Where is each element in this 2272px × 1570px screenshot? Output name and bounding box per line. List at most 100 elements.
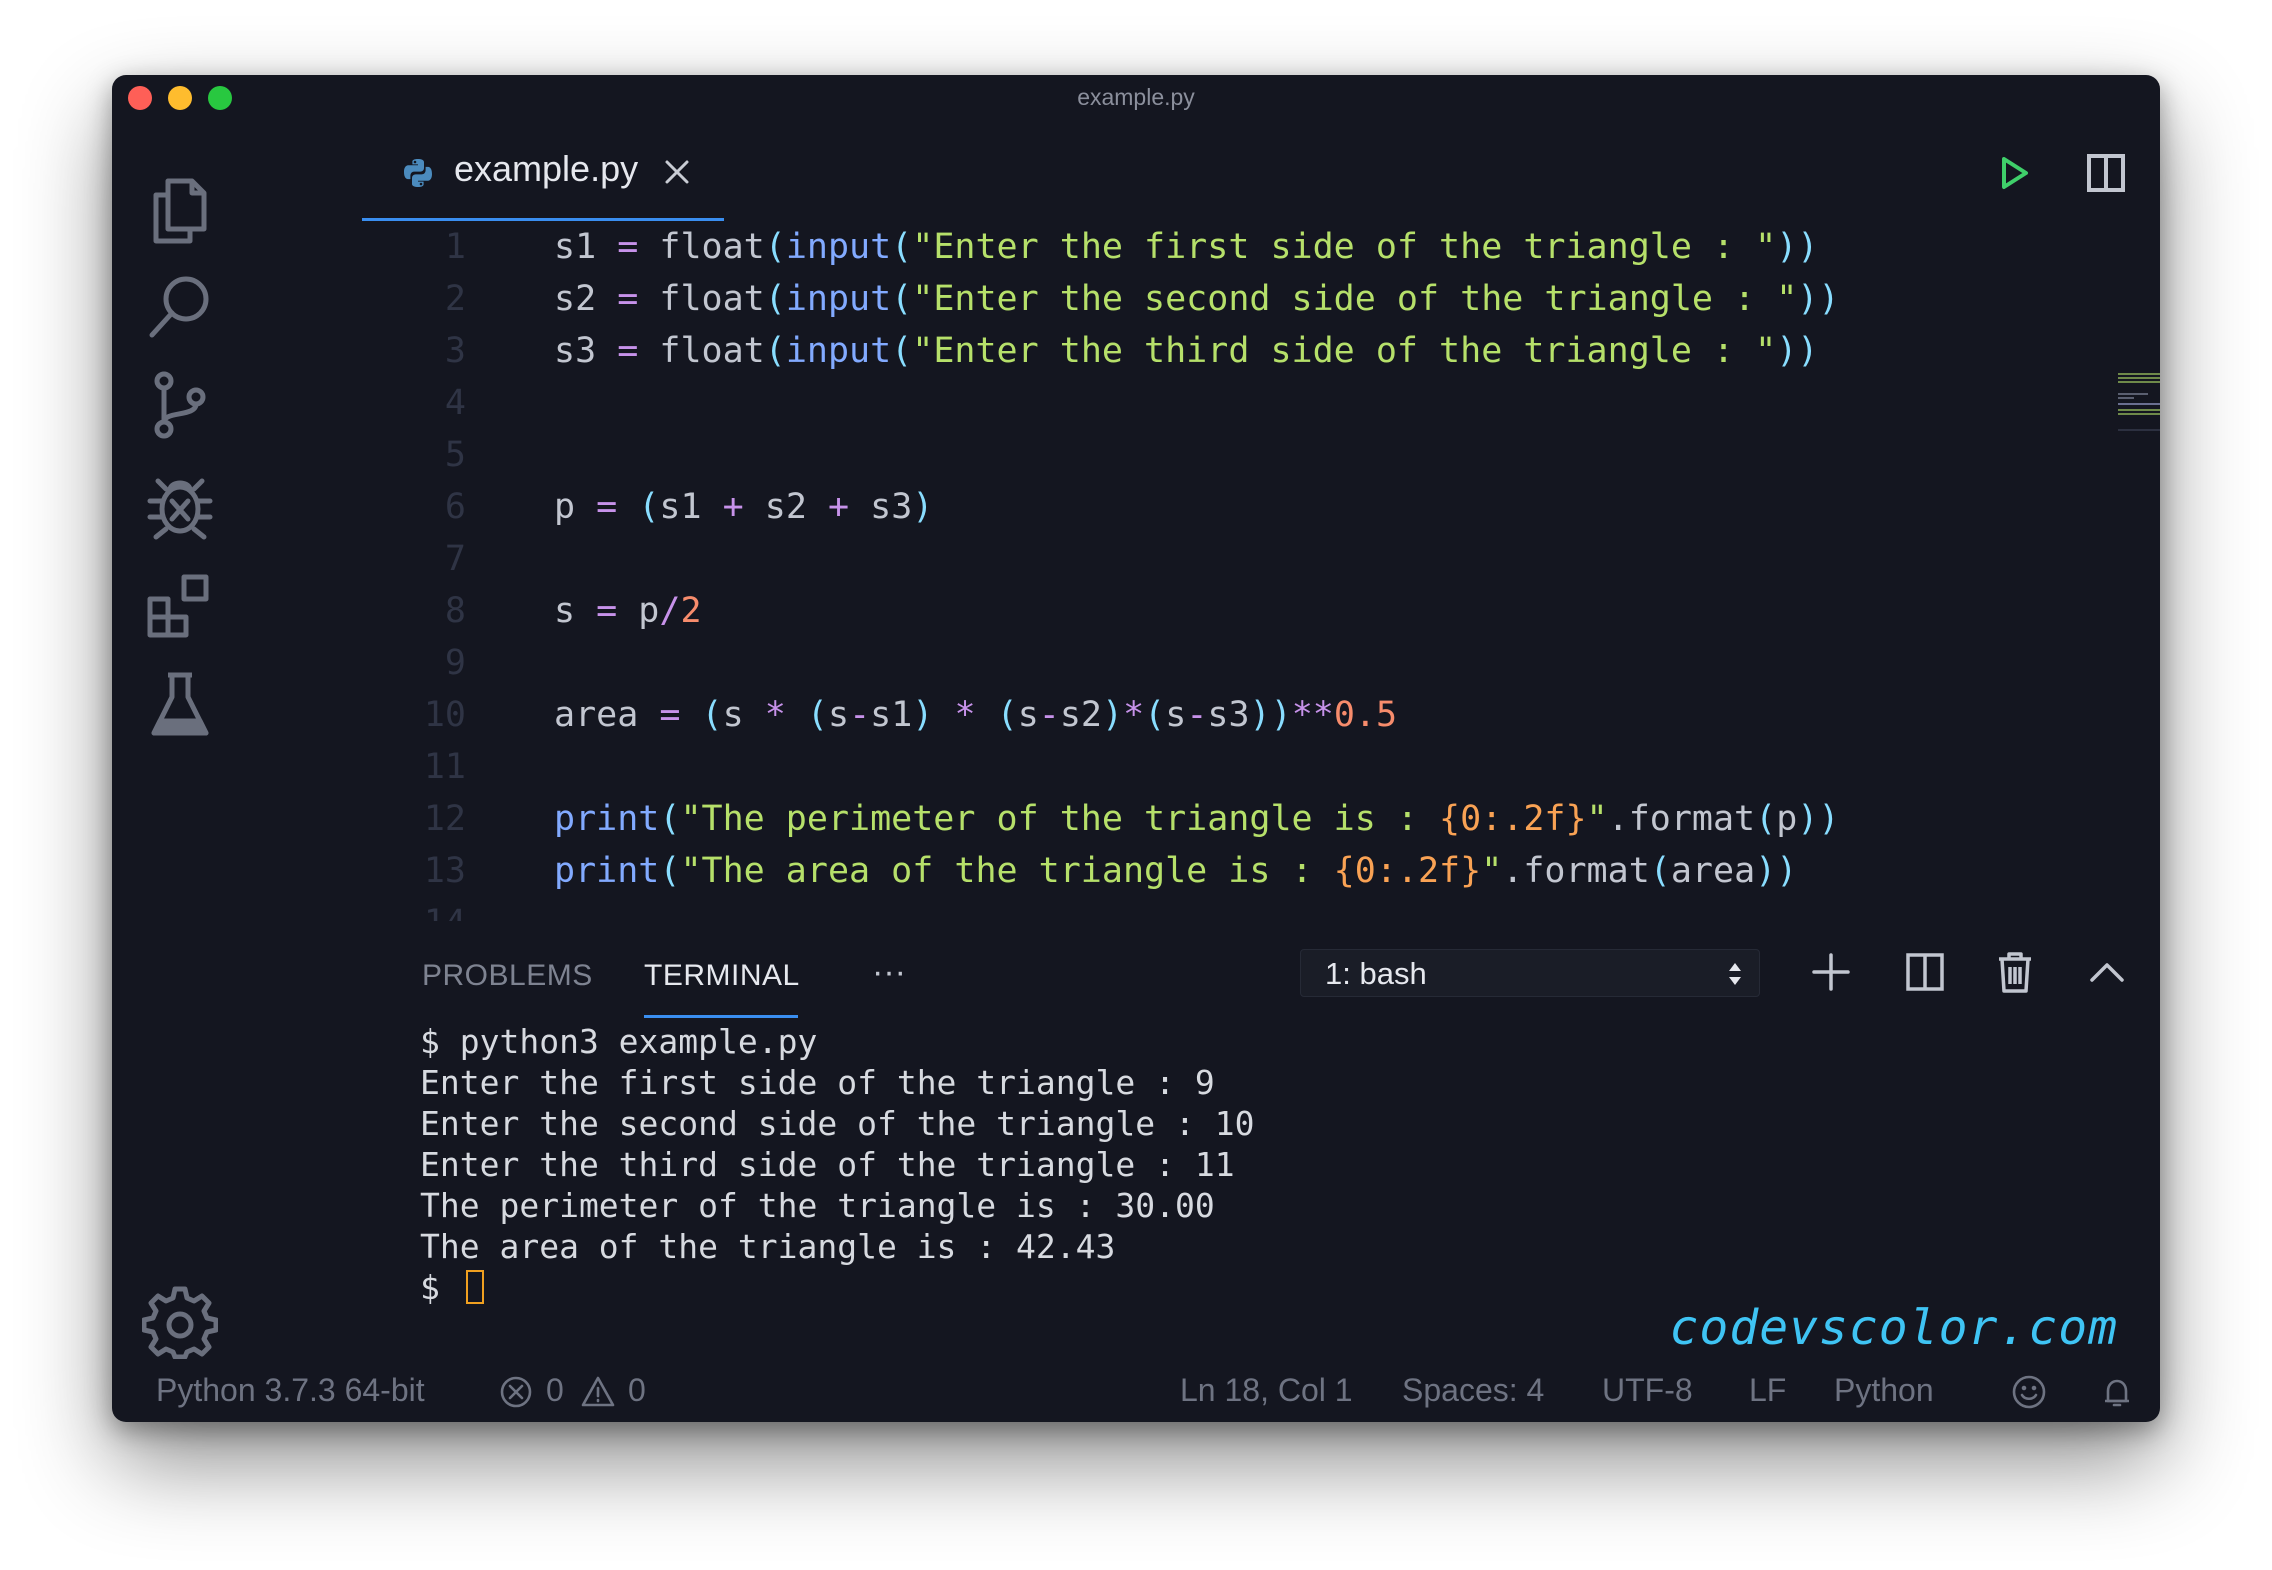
line-number: 5	[444, 435, 466, 475]
code-token: ))	[1776, 227, 1819, 267]
tab-terminal[interactable]: TERMINAL	[644, 959, 800, 993]
code-line: 7	[248, 533, 2048, 585]
code-token: s1	[659, 487, 723, 527]
line-number: 9	[444, 643, 466, 683]
line-number: 2	[444, 279, 466, 319]
code-token: s	[722, 695, 765, 735]
error-icon[interactable]	[498, 1374, 534, 1410]
code-token: float	[638, 331, 765, 371]
code-token: (	[659, 851, 681, 891]
tab-label: example.py	[454, 148, 639, 189]
code-line: 14	[248, 897, 2048, 921]
code-token: *	[954, 695, 976, 735]
test-flask-icon[interactable]	[142, 667, 218, 743]
panel-more-button[interactable]: ···	[872, 953, 906, 992]
code-line: 3 s3 = float(input("Enter the third side …	[248, 325, 2048, 377]
trash-icon[interactable]	[1990, 947, 2040, 997]
code-token: print	[554, 799, 660, 839]
python-interpreter[interactable]: Python 3.7.3 64-bit	[156, 1372, 425, 1409]
terminal-line: $ python3 example.py	[420, 1022, 818, 1061]
tab-problems[interactable]: PROBLEMS	[422, 959, 593, 993]
code-token: float	[638, 227, 765, 267]
code-token: (	[891, 331, 913, 371]
terminal-select-value: 1: bash	[1325, 956, 1427, 991]
error-count[interactable]: 0	[546, 1372, 564, 1409]
code-line: 1 s1 = float(input("Enter the first side …	[248, 221, 2048, 273]
split-editor-icon[interactable]	[2080, 147, 2132, 199]
minimap[interactable]	[2118, 371, 2160, 431]
warning-icon[interactable]	[580, 1374, 616, 1410]
code-line: 12 print("The perimeter of the triangle i…	[248, 793, 2048, 845]
code-token: *	[1123, 695, 1145, 735]
code-line: 13 print("The area of the triangle is : {…	[248, 845, 2048, 897]
terminal-line: Enter the second side of the triangle : …	[420, 1104, 1255, 1143]
terminal-line: The area of the triangle is : 42.43	[420, 1227, 1116, 1266]
code-token: (	[701, 695, 723, 735]
code-token: s1	[870, 695, 913, 735]
watermark: codevscolor.com	[1669, 1300, 2118, 1356]
terminal-select[interactable]: 1: bash	[1300, 949, 1760, 997]
warning-count[interactable]: 0	[628, 1372, 646, 1409]
line-number: 12	[423, 799, 466, 839]
split-terminal-icon[interactable]	[1900, 947, 1950, 997]
code-token: -	[1186, 695, 1208, 735]
tab-example-py[interactable]: example.py	[362, 121, 724, 221]
code-token: (	[764, 227, 786, 267]
code-text: s1 = float(input("Enter the first side o…	[554, 221, 1818, 273]
code-token: *	[764, 695, 786, 735]
code-token: )	[912, 695, 934, 735]
chevron-up-icon[interactable]	[2082, 947, 2132, 997]
terminal-output[interactable]: $ python3 example.py Enter the first sid…	[420, 1021, 1920, 1308]
code-text: print("The perimeter of the triangle is …	[554, 793, 1839, 845]
code-token: (	[1755, 799, 1777, 839]
code-token: area	[1670, 851, 1756, 891]
gear-icon[interactable]	[141, 1283, 219, 1360]
debug-icon[interactable]	[142, 467, 218, 543]
code-token: "	[1586, 799, 1608, 839]
python-file-icon	[404, 159, 432, 187]
terminal-line: Enter the third side of the triangle : 1…	[420, 1145, 1235, 1184]
line-number: 10	[423, 695, 466, 735]
code-token: s2	[1059, 695, 1102, 735]
code-line: 8 s = p/2	[248, 585, 2048, 637]
code-token: (	[806, 695, 828, 735]
code-token: )	[912, 487, 934, 527]
code-token: (	[638, 487, 660, 527]
code-token: print	[554, 851, 660, 891]
code-text: print("The area of the triangle is : {0:…	[554, 845, 1797, 897]
code-token: p	[1776, 799, 1798, 839]
code-token: =	[617, 279, 639, 319]
code-token: (	[764, 331, 786, 371]
encoding[interactable]: UTF-8	[1602, 1372, 1693, 1409]
line-ending[interactable]: LF	[1749, 1372, 1786, 1409]
feedback-smiley-icon[interactable]	[2011, 1374, 2047, 1410]
select-arrows-icon	[1729, 963, 1741, 985]
code-token: s2	[554, 279, 618, 319]
title-bar: example.py	[112, 75, 2160, 121]
close-icon[interactable]	[660, 155, 694, 189]
code-token: input	[785, 279, 892, 319]
search-icon[interactable]	[142, 269, 218, 345]
run-icon[interactable]	[1988, 147, 2040, 199]
extensions-icon[interactable]	[142, 567, 218, 643]
cursor-position[interactable]: Ln 18, Col 1	[1180, 1372, 1353, 1409]
terminal-prompt: $	[420, 1268, 460, 1307]
code-token: =	[596, 591, 618, 631]
plus-icon[interactable]	[1806, 947, 1856, 997]
code-line: 10 area = (s * (s-s1) * (s-s2)*(s-s3))**0…	[248, 689, 2048, 741]
code-text: p = (s1 + s2 + s3)	[554, 481, 933, 533]
code-text: s = p/2	[554, 585, 702, 637]
files-icon[interactable]	[142, 171, 218, 247]
code-line: 6 p = (s1 + s2 + s3)	[248, 481, 2048, 533]
language-mode[interactable]: Python	[1834, 1372, 1934, 1409]
code-token: =	[659, 695, 681, 735]
notification-bell-icon[interactable]	[2099, 1374, 2135, 1410]
indentation[interactable]: Spaces: 4	[1402, 1372, 1544, 1409]
code-editor[interactable]: 1 s1 = float(input("Enter the first side …	[248, 221, 2160, 921]
code-token: s3	[849, 487, 913, 527]
line-number: 13	[423, 851, 466, 891]
code-token: "	[1481, 851, 1503, 891]
code-token: "Enter the first side of the triangle : …	[912, 227, 1777, 267]
source-control-icon[interactable]	[142, 367, 218, 443]
